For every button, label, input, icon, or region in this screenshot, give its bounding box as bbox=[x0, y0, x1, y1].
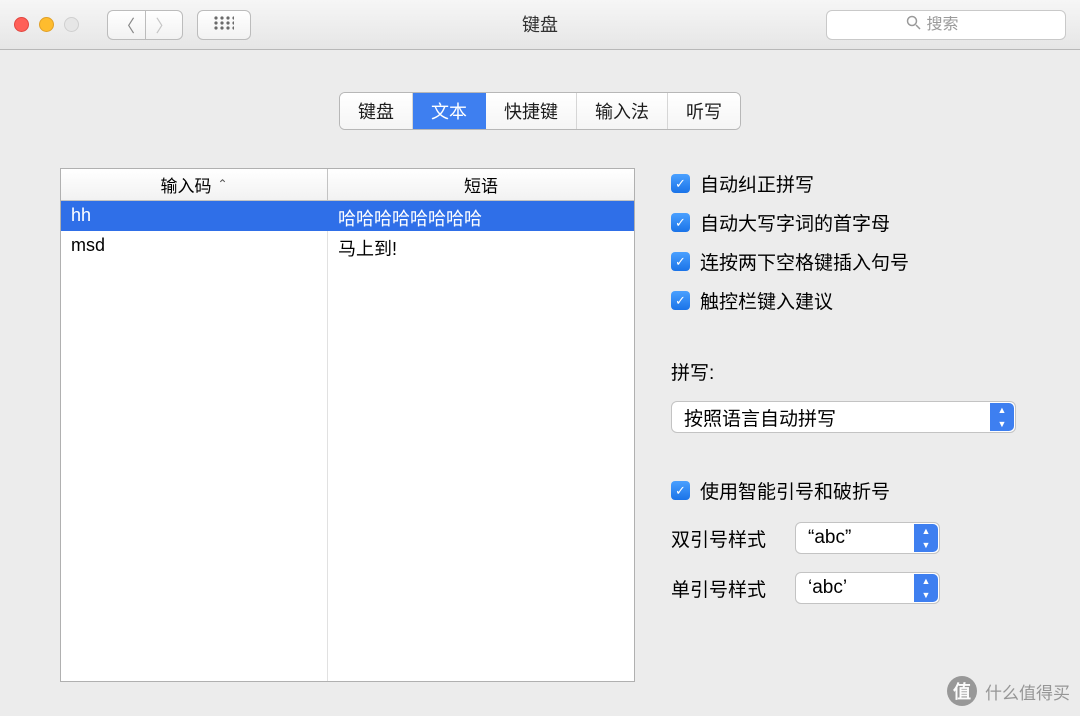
option-label: 使用智能引号和破折号 bbox=[700, 477, 890, 504]
grid-icon bbox=[214, 15, 234, 35]
option-capitalize[interactable]: ✓ 自动大写字词的首字母 bbox=[671, 209, 1020, 236]
cell-code: hh bbox=[61, 201, 328, 231]
search-field[interactable] bbox=[826, 10, 1066, 40]
tabs: 键盘 文本 快捷键 输入法 听写 bbox=[339, 92, 741, 130]
double-quote-row: 双引号样式 “abc” ▲ ▼ bbox=[671, 522, 1020, 554]
content: 输入码 ⌃ 短语 hh 哈哈哈哈哈哈哈哈 msd 马上到! bbox=[0, 130, 1080, 682]
select-stepper-icon: ▲ ▼ bbox=[914, 524, 938, 552]
options-panel: ✓ 自动纠正拼写 ✓ 自动大写字词的首字母 ✓ 连按两下空格键插入句号 ✓ 触控… bbox=[671, 168, 1020, 682]
tab-input[interactable]: 输入法 bbox=[577, 93, 668, 129]
cell-phrase: 哈哈哈哈哈哈哈哈 bbox=[328, 201, 634, 231]
watermark: 值 什么值得买 bbox=[947, 676, 1070, 706]
spelling-label: 拼写: bbox=[671, 358, 1020, 385]
window-controls bbox=[14, 17, 79, 32]
option-touchbar[interactable]: ✓ 触控栏键入建议 bbox=[671, 287, 1020, 314]
show-all-button[interactable] bbox=[197, 10, 251, 40]
chevron-down-icon: ▼ bbox=[914, 588, 938, 602]
close-window-button[interactable] bbox=[14, 17, 29, 32]
option-label: 连按两下空格键插入句号 bbox=[700, 248, 909, 275]
chevron-left-icon: 〈 bbox=[118, 12, 135, 37]
column-header-phrase[interactable]: 短语 bbox=[328, 169, 634, 200]
watermark-text: 什么值得买 bbox=[985, 679, 1070, 704]
tab-text[interactable]: 文本 bbox=[413, 93, 486, 129]
title-bar: 〈 〉 键盘 bbox=[0, 0, 1080, 50]
nav-buttons: 〈 〉 bbox=[107, 10, 183, 40]
zoom-window-button bbox=[64, 17, 79, 32]
table-row[interactable]: msd 马上到! bbox=[61, 231, 634, 261]
search-input[interactable] bbox=[927, 16, 987, 34]
select-stepper-icon: ▲ ▼ bbox=[990, 403, 1014, 431]
checkbox-checked-icon: ✓ bbox=[671, 252, 690, 271]
checkbox-checked-icon: ✓ bbox=[671, 481, 690, 500]
option-autocorrect[interactable]: ✓ 自动纠正拼写 bbox=[671, 170, 1020, 197]
checkbox-checked-icon: ✓ bbox=[671, 174, 690, 193]
select-value: “abc” bbox=[808, 527, 851, 549]
option-smart-quotes[interactable]: ✓ 使用智能引号和破折号 bbox=[671, 477, 1020, 504]
table-body[interactable]: hh 哈哈哈哈哈哈哈哈 msd 马上到! bbox=[61, 201, 634, 681]
chevron-up-icon: ▲ bbox=[990, 403, 1014, 417]
select-value: ‘abc’ bbox=[808, 577, 847, 599]
replacements-table: 输入码 ⌃ 短语 hh 哈哈哈哈哈哈哈哈 msd 马上到! bbox=[60, 168, 635, 682]
chevron-up-icon: ▲ bbox=[914, 574, 938, 588]
watermark-badge: 值 bbox=[947, 676, 977, 706]
double-quote-select[interactable]: “abc” ▲ ▼ bbox=[795, 522, 940, 554]
tab-keyboard[interactable]: 键盘 bbox=[340, 93, 413, 129]
cell-phrase: 马上到! bbox=[328, 231, 634, 261]
minimize-window-button[interactable] bbox=[39, 17, 54, 32]
sort-ascending-icon: ⌃ bbox=[217, 177, 227, 191]
chevron-right-icon: 〉 bbox=[156, 12, 173, 37]
select-value: 按照语言自动拼写 bbox=[684, 404, 836, 431]
checkbox-checked-icon: ✓ bbox=[671, 291, 690, 310]
table-row[interactable]: hh 哈哈哈哈哈哈哈哈 bbox=[61, 201, 634, 231]
option-label: 自动大写字词的首字母 bbox=[700, 209, 890, 236]
back-button[interactable]: 〈 bbox=[107, 10, 145, 40]
tab-dictation[interactable]: 听写 bbox=[668, 93, 740, 129]
option-double-space[interactable]: ✓ 连按两下空格键插入句号 bbox=[671, 248, 1020, 275]
table-header: 输入码 ⌃ 短语 bbox=[61, 169, 634, 201]
chevron-down-icon: ▼ bbox=[914, 538, 938, 552]
select-stepper-icon: ▲ ▼ bbox=[914, 574, 938, 602]
single-quote-select[interactable]: ‘abc’ ▲ ▼ bbox=[795, 572, 940, 604]
single-quote-label: 单引号样式 bbox=[671, 575, 781, 602]
option-label: 自动纠正拼写 bbox=[700, 170, 814, 197]
forward-button: 〉 bbox=[145, 10, 183, 40]
chevron-up-icon: ▲ bbox=[914, 524, 938, 538]
tab-shortcuts[interactable]: 快捷键 bbox=[486, 93, 577, 129]
search-icon bbox=[906, 15, 921, 35]
single-quote-row: 单引号样式 ‘abc’ ▲ ▼ bbox=[671, 572, 1020, 604]
tabs-row: 键盘 文本 快捷键 输入法 听写 bbox=[0, 50, 1080, 130]
double-quote-label: 双引号样式 bbox=[671, 525, 781, 552]
spelling-select[interactable]: 按照语言自动拼写 ▲ ▼ bbox=[671, 401, 1016, 433]
column-header-code-label: 输入码 bbox=[160, 172, 211, 197]
chevron-down-icon: ▼ bbox=[990, 417, 1014, 431]
cell-code: msd bbox=[61, 231, 328, 261]
column-header-code[interactable]: 输入码 ⌃ bbox=[61, 169, 328, 200]
column-header-phrase-label: 短语 bbox=[464, 172, 498, 197]
checkbox-checked-icon: ✓ bbox=[671, 213, 690, 232]
option-label: 触控栏键入建议 bbox=[700, 287, 833, 314]
